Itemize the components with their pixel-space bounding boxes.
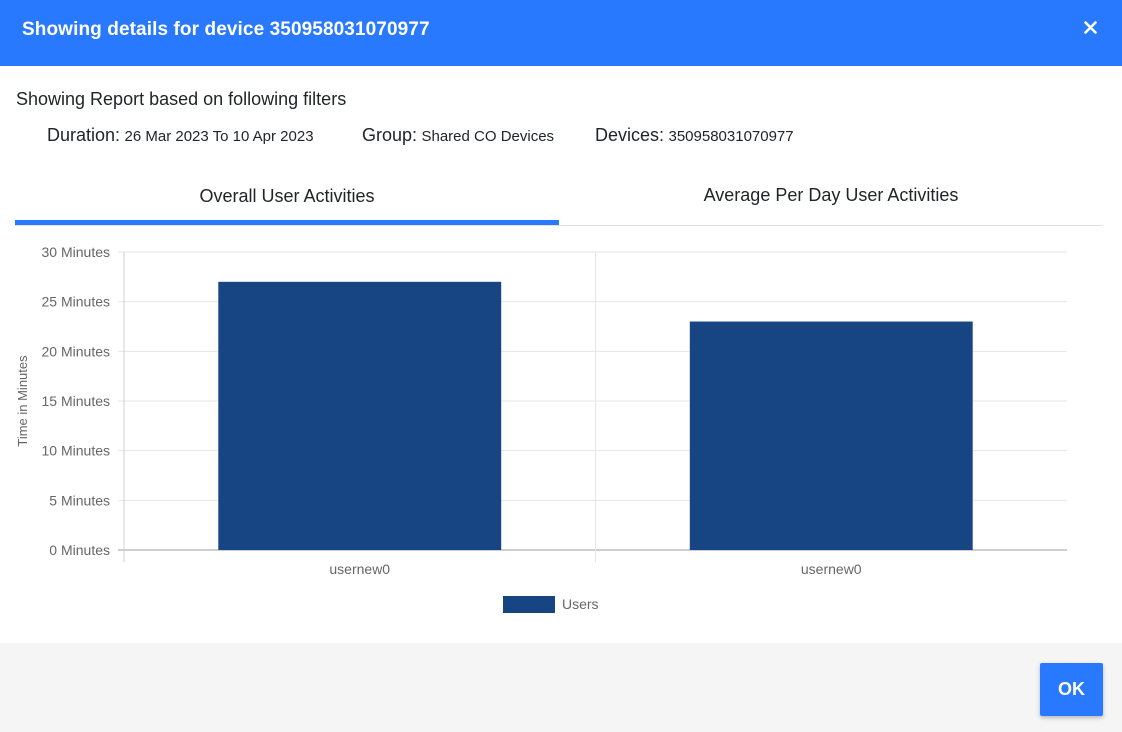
tab-average-per-day-user-activities[interactable]: Average Per Day User Activities [559,166,1103,225]
active-tab-indicator [15,220,559,225]
y-tick-label: 10 Minutes [42,443,110,459]
x-tick-label: usernew0 [801,561,862,577]
filters-heading: Showing Report based on following filter… [16,89,347,109]
group-filter: Group: Shared CO Devices [362,125,554,147]
legend-swatch-users [503,596,555,613]
devices-value: 350958031070977 [668,128,794,145]
devices-filter: Devices: 350958031070977 [595,125,794,147]
x-tick-label: usernew0 [329,561,390,577]
y-tick-label: 25 Minutes [42,294,110,310]
close-button[interactable] [1077,14,1103,40]
duration-filter: Duration: 26 Mar 2023 To 10 Apr 2023 [47,125,314,147]
y-tick-label: 15 Minutes [42,393,110,409]
legend-label-users: Users [562,596,599,612]
tab-overall-user-activities[interactable]: Overall User Activities [15,167,559,226]
dialog-title: Showing details for device 3509580310709… [22,19,430,40]
bar-usernew0-1 [689,321,973,550]
y-tick-label: 30 Minutes [42,244,110,260]
bar-usernew0-0 [218,281,502,550]
duration-value: 26 Mar 2023 To 10 Apr 2023 [124,128,314,145]
close-icon [1083,20,1097,34]
group-value: Shared CO Devices [421,128,555,145]
dialog-header: Showing details for device 3509580310709… [0,0,1122,66]
y-tick-label: 5 Minutes [49,492,110,508]
ok-button[interactable]: OK [1040,663,1103,716]
y-tick-label: 20 Minutes [42,343,110,359]
y-axis-title: Time in Minutes [15,355,30,447]
group-label: Group: [362,125,418,145]
activity-bar-chart: 0 Minutes 5 Minutes 10 Minutes 15 Minutes 20… [15,244,1067,613]
duration-label: Duration: [47,125,121,145]
y-tick-label: 0 Minutes [49,542,110,558]
devices-label: Devices: [595,125,665,145]
report-tabs: Overall User Activities Average Per Day … [15,167,1103,226]
dialog-footer: OK [0,643,1122,732]
